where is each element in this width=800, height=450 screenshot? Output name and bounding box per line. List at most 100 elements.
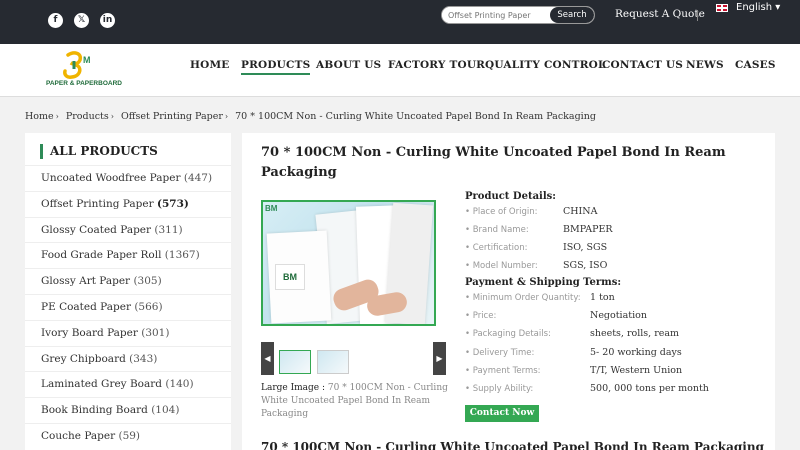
detail-label: • Brand Name: <box>465 225 529 235</box>
caption-label: Large Image : <box>261 383 326 393</box>
sidebar-item-label: Couche Paper <box>41 430 116 442</box>
chevron-right-icon[interactable]: ▶ <box>433 342 446 375</box>
thumbnail-1[interactable] <box>279 350 311 374</box>
nav-home[interactable]: HOME <box>190 59 230 71</box>
detail-value: SGS, ISO <box>563 260 608 271</box>
sidebar: ALL PRODUCTS Uncoated Woodfree Paper (44… <box>25 133 231 450</box>
linkedin-icon[interactable]: in <box>100 13 115 28</box>
image-watermark-logo: BM <box>265 204 278 213</box>
x-icon[interactable]: 𝕏 <box>74 13 89 28</box>
bullet-icon: • <box>465 365 473 376</box>
detail-value: BMPAPER <box>563 224 613 235</box>
thumbnail-strip: ◀ ▶ <box>261 342 447 375</box>
detail-label-text: Place of Origin: <box>472 207 538 217</box>
nav-news[interactable]: NEWS <box>686 59 724 71</box>
detail-label: • Price: <box>465 311 496 321</box>
detail-label: • Model Number: <box>465 261 538 271</box>
sidebar-item-label: Food Grade Paper Roll <box>41 249 162 262</box>
detail-label: • Minimum Order Quantity: <box>465 293 581 303</box>
sidebar-item-count: (140) <box>165 378 194 391</box>
detail-value: Negotiation <box>590 310 647 322</box>
svg-text:M: M <box>83 55 91 65</box>
nav-factory-tour[interactable]: FACTORY TOUR <box>388 59 485 71</box>
product-panel: 70 * 100CM Non - Curling White Uncoated … <box>242 133 775 450</box>
bullet-icon: • <box>465 225 473 235</box>
logo[interactable]: M PAPER & PAPERBOARD <box>46 50 122 92</box>
sidebar-item[interactable]: Uncoated Woodfree Paper (447) <box>25 165 231 191</box>
request-quote-link[interactable]: Request A Quote <box>615 8 705 20</box>
breadcrumb-current: 70 * 100CM Non - Curling White Uncoated … <box>235 111 596 122</box>
sidebar-item[interactable]: Grey Chipboard (343) <box>25 345 231 372</box>
logo-mark-icon: M <box>63 51 91 79</box>
sidebar-item[interactable]: PE Coated Paper (566) <box>25 294 231 320</box>
sidebar-item-count: (1367) <box>164 249 200 262</box>
detail-value: 500, 000 tons per month <box>590 383 709 394</box>
bullet-icon: • <box>465 329 473 340</box>
chevron-right-icon: › <box>55 112 59 121</box>
facebook-icon[interactable]: f <box>48 13 63 28</box>
divider <box>697 10 698 21</box>
sidebar-item[interactable]: Glossy Art Paper (305) <box>25 268 231 294</box>
sidebar-item-count: (343) <box>129 352 158 365</box>
bullet-icon: • <box>465 384 473 394</box>
sidebar-item[interactable]: Glossy Coated Paper (311) <box>25 216 231 243</box>
detail-label: • Packaging Details: <box>465 329 551 339</box>
thumbnail-2[interactable] <box>317 350 349 374</box>
image-caption: Large Image : 70 * 100CM Non - Curling W… <box>261 382 451 421</box>
sidebar-item[interactable]: Laminated Grey Board (140) <box>25 371 231 397</box>
breadcrumb-category[interactable]: Offset Printing Paper <box>121 111 223 122</box>
detail-value: T/T, Western Union <box>590 364 683 376</box>
sidebar-item-label: PE Coated Paper <box>41 301 131 313</box>
chevron-left-icon[interactable]: ◀ <box>261 342 274 375</box>
sidebar-item[interactable]: Ivory Board Paper (301) <box>25 319 231 346</box>
bullet-icon: • <box>465 347 473 358</box>
bullet-icon: • <box>465 293 473 303</box>
detail-value: 1 ton <box>590 292 615 303</box>
product-title: 70 * 100CM Non - Curling White Uncoated … <box>261 145 726 180</box>
detail-label: • Certification: <box>465 243 527 253</box>
sidebar-item-label: Book Binding Board <box>41 404 148 417</box>
detail-label: • Payment Terms: <box>465 366 541 376</box>
nav-products[interactable]: PRODUCTS <box>241 59 311 75</box>
detail-value: CHINA <box>563 206 598 217</box>
chevron-right-icon: › <box>110 112 114 121</box>
sidebar-item-label: Offset Printing Paper <box>41 197 154 210</box>
product-image[interactable]: BM BM <box>261 200 436 326</box>
breadcrumb-products[interactable]: Products <box>66 111 109 122</box>
uk-flag-icon <box>716 4 728 12</box>
sidebar-item-count: (311) <box>154 223 183 236</box>
sidebar-item-label: Ivory Board Paper <box>41 326 138 339</box>
sidebar-item[interactable]: Couche Paper (59) <box>25 423 231 449</box>
nav-cases[interactable]: CASES <box>735 59 776 71</box>
detail-label: • Supply Ability: <box>465 384 533 394</box>
bullet-icon: • <box>465 207 473 217</box>
sidebar-item-label: Grey Chipboard <box>41 352 126 365</box>
sidebar-item-count: (301) <box>141 326 170 339</box>
breadcrumb-home[interactable]: Home <box>25 111 54 122</box>
detail-label-text: Price: <box>472 311 497 322</box>
sidebar-item[interactable]: Offset Printing Paper (573) <box>25 190 231 217</box>
bullet-icon: • <box>465 243 473 253</box>
nav-about-us[interactable]: ABOUT US <box>316 59 381 71</box>
detail-label: • Place of Origin: <box>465 207 537 217</box>
sidebar-item-count: (566) <box>134 301 163 313</box>
sidebar-item-label: Uncoated Woodfree Paper <box>41 172 181 184</box>
detail-value: sheets, rolls, ream <box>590 328 680 340</box>
top-bar: f 𝕏 in Search Request A Quote English ▾ <box>0 0 800 44</box>
search-input[interactable] <box>442 7 551 23</box>
sidebar-item-count: (59) <box>118 430 141 442</box>
sidebar-item[interactable]: Food Grade Paper Roll (1367) <box>25 242 231 268</box>
search-button[interactable]: Search <box>550 7 594 23</box>
sidebar-item-label: Glossy Coated Paper <box>41 223 152 236</box>
bullet-icon: • <box>465 261 473 271</box>
sidebar-item-count: (104) <box>151 404 180 417</box>
nav-quality-control[interactable]: QUALITY CONTROL <box>485 59 606 71</box>
language-selector[interactable]: English ▾ <box>736 2 780 13</box>
contact-now-button[interactable]: Contact Now <box>465 405 539 422</box>
sidebar-item[interactable]: Book Binding Board (104) <box>25 397 231 423</box>
detail-label: • Delivery Time: <box>465 348 534 358</box>
sidebar-title: ALL PRODUCTS <box>40 144 158 159</box>
sidebar-item-count: (305) <box>133 275 162 288</box>
nav-contact-us[interactable]: CONTACT US <box>602 59 683 71</box>
header: M PAPER & PAPERBOARD HOME PRODUCTS ABOUT… <box>0 44 800 97</box>
